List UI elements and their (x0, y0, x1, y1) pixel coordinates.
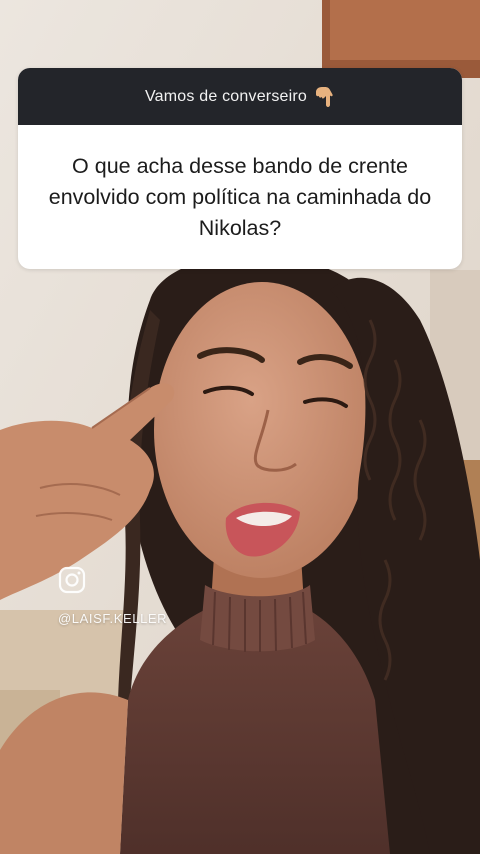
question-text: O que acha desse bando de crente envolvi… (48, 153, 432, 240)
hand-pointing-down-icon (315, 86, 335, 108)
sticker-body: O que acha desse bando de crente envolvi… (18, 125, 462, 269)
instagram-handle: @LAISF.KELLER (58, 611, 168, 626)
question-sticker[interactable]: Vamos de converseiro O que acha desse ba… (18, 68, 462, 269)
instagram-icon (58, 566, 86, 594)
sticker-header: Vamos de converseiro (18, 68, 462, 125)
sticker-header-label: Vamos de converseiro (145, 87, 307, 105)
